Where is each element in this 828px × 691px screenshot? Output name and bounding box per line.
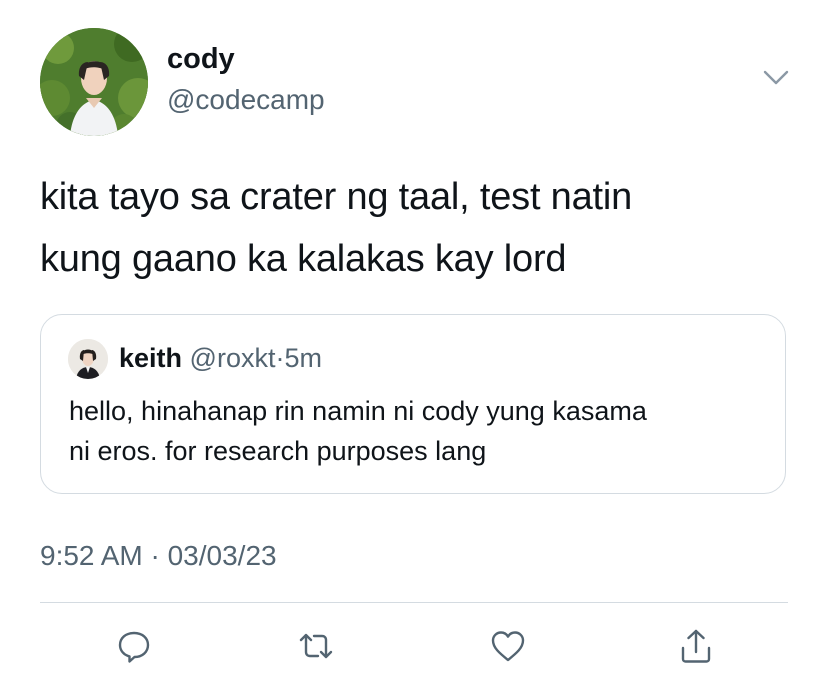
chevron-down-icon[interactable]	[760, 66, 792, 90]
share-icon	[681, 629, 711, 663]
reply-icon	[118, 631, 150, 663]
author-display-name[interactable]: cody	[167, 41, 235, 77]
share-button[interactable]	[676, 626, 716, 666]
reply-button[interactable]	[114, 626, 154, 666]
retweet-button[interactable]	[296, 626, 336, 666]
retweet-icon	[299, 633, 333, 659]
quoted-time: 5m	[284, 343, 322, 373]
quoted-tweet-card[interactable]: keith @roxkt·5m hello, hinahanap rin nam…	[40, 314, 786, 494]
tweet-detail: cody @codecamp kita tayo sa crater ng ta…	[0, 0, 828, 691]
tweet-text-line: kung gaano ka kalakas kay lord	[40, 238, 567, 280]
divider	[40, 602, 788, 603]
tweet-text-line: kita tayo sa crater ng taal, test natin	[40, 176, 633, 218]
author-handle[interactable]: @codecamp	[167, 82, 325, 118]
author-avatar[interactable]	[40, 28, 148, 136]
quoted-tweet-text: hello, hinahanap rin namin ni cody yung …	[69, 391, 769, 471]
like-button[interactable]	[488, 626, 528, 666]
tweet-text: kita tayo sa crater ng taal, test natin …	[40, 166, 800, 290]
tweet-timestamp[interactable]: 9:52 AM · 03/03/23	[40, 538, 277, 574]
quoted-tweet-header: keith @roxkt·5m	[119, 341, 322, 375]
quoted-text-line: ni eros. for research purposes lang	[69, 436, 487, 466]
heart-icon	[491, 631, 525, 662]
quoted-author-avatar	[68, 339, 108, 379]
quoted-text-line: hello, hinahanap rin namin ni cody yung …	[69, 396, 647, 426]
quoted-author-handle: @roxkt	[189, 343, 276, 373]
quoted-author-name: keith	[119, 343, 183, 373]
